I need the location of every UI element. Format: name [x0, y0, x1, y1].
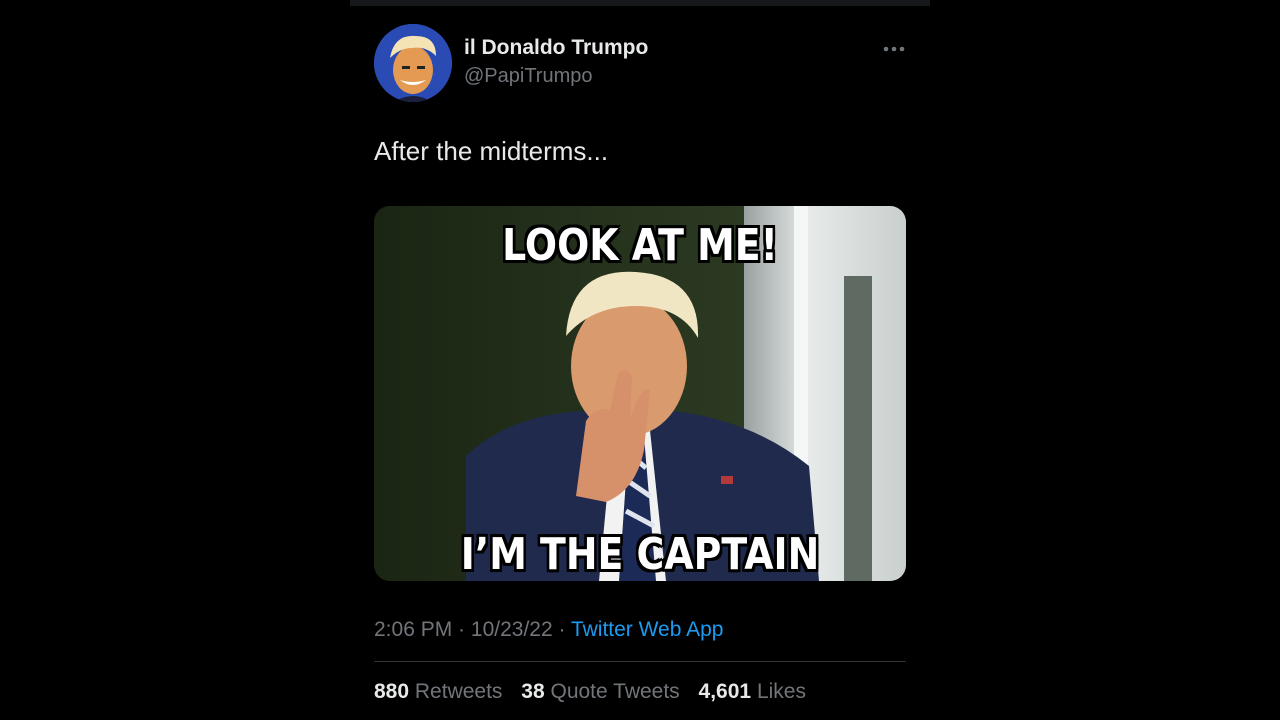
retweets-count: 880	[374, 680, 410, 703]
retweets-label: Retweets	[414, 680, 503, 703]
more-horizontal-icon	[883, 46, 905, 52]
stats-divider	[374, 661, 906, 662]
author-handle[interactable]: @PapiTrumpo	[464, 65, 593, 88]
tweet-media-image[interactable]: LOOK AT ME! I’M THE CAPTAIN NOW	[374, 206, 906, 581]
author-display-name[interactable]: il Donaldo Trumpo	[464, 36, 648, 60]
tweet-text: After the midterms...	[374, 136, 609, 166]
quote-tweets-stat[interactable]: 38 Quote Tweets	[521, 680, 679, 704]
meme-caption-bottom: I’M THE CAPTAIN NOW	[460, 529, 820, 581]
quote-tweets-label: Quote Tweets	[550, 680, 680, 703]
tweet-source-link[interactable]: Twitter Web App	[571, 618, 724, 641]
tweet-time[interactable]: 2:06 PM	[374, 618, 452, 641]
likes-label: Likes	[756, 680, 806, 703]
meta-separator: ·	[452, 618, 471, 641]
tweet-date[interactable]: 10/23/22	[471, 618, 553, 641]
likes-stat[interactable]: 4,601 Likes	[699, 680, 806, 704]
tweet-card: il Donaldo Trumpo @PapiTrumpo After the …	[350, 6, 930, 720]
avatar-image	[374, 24, 452, 102]
more-options-button[interactable]	[879, 36, 909, 62]
quote-tweets-count: 38	[521, 680, 545, 703]
tweet-meta: 2:06 PM · 10/23/22 · Twitter Web App	[374, 618, 723, 642]
likes-count: 4,601	[698, 680, 752, 703]
meme-caption-top: LOOK AT ME!	[502, 220, 778, 271]
avatar[interactable]	[374, 24, 452, 102]
meta-separator: ·	[552, 618, 571, 641]
tweet-stats: 880 Retweets 38 Quote Tweets 4,601 Likes	[374, 680, 819, 704]
retweets-stat[interactable]: 880 Retweets	[374, 680, 502, 704]
